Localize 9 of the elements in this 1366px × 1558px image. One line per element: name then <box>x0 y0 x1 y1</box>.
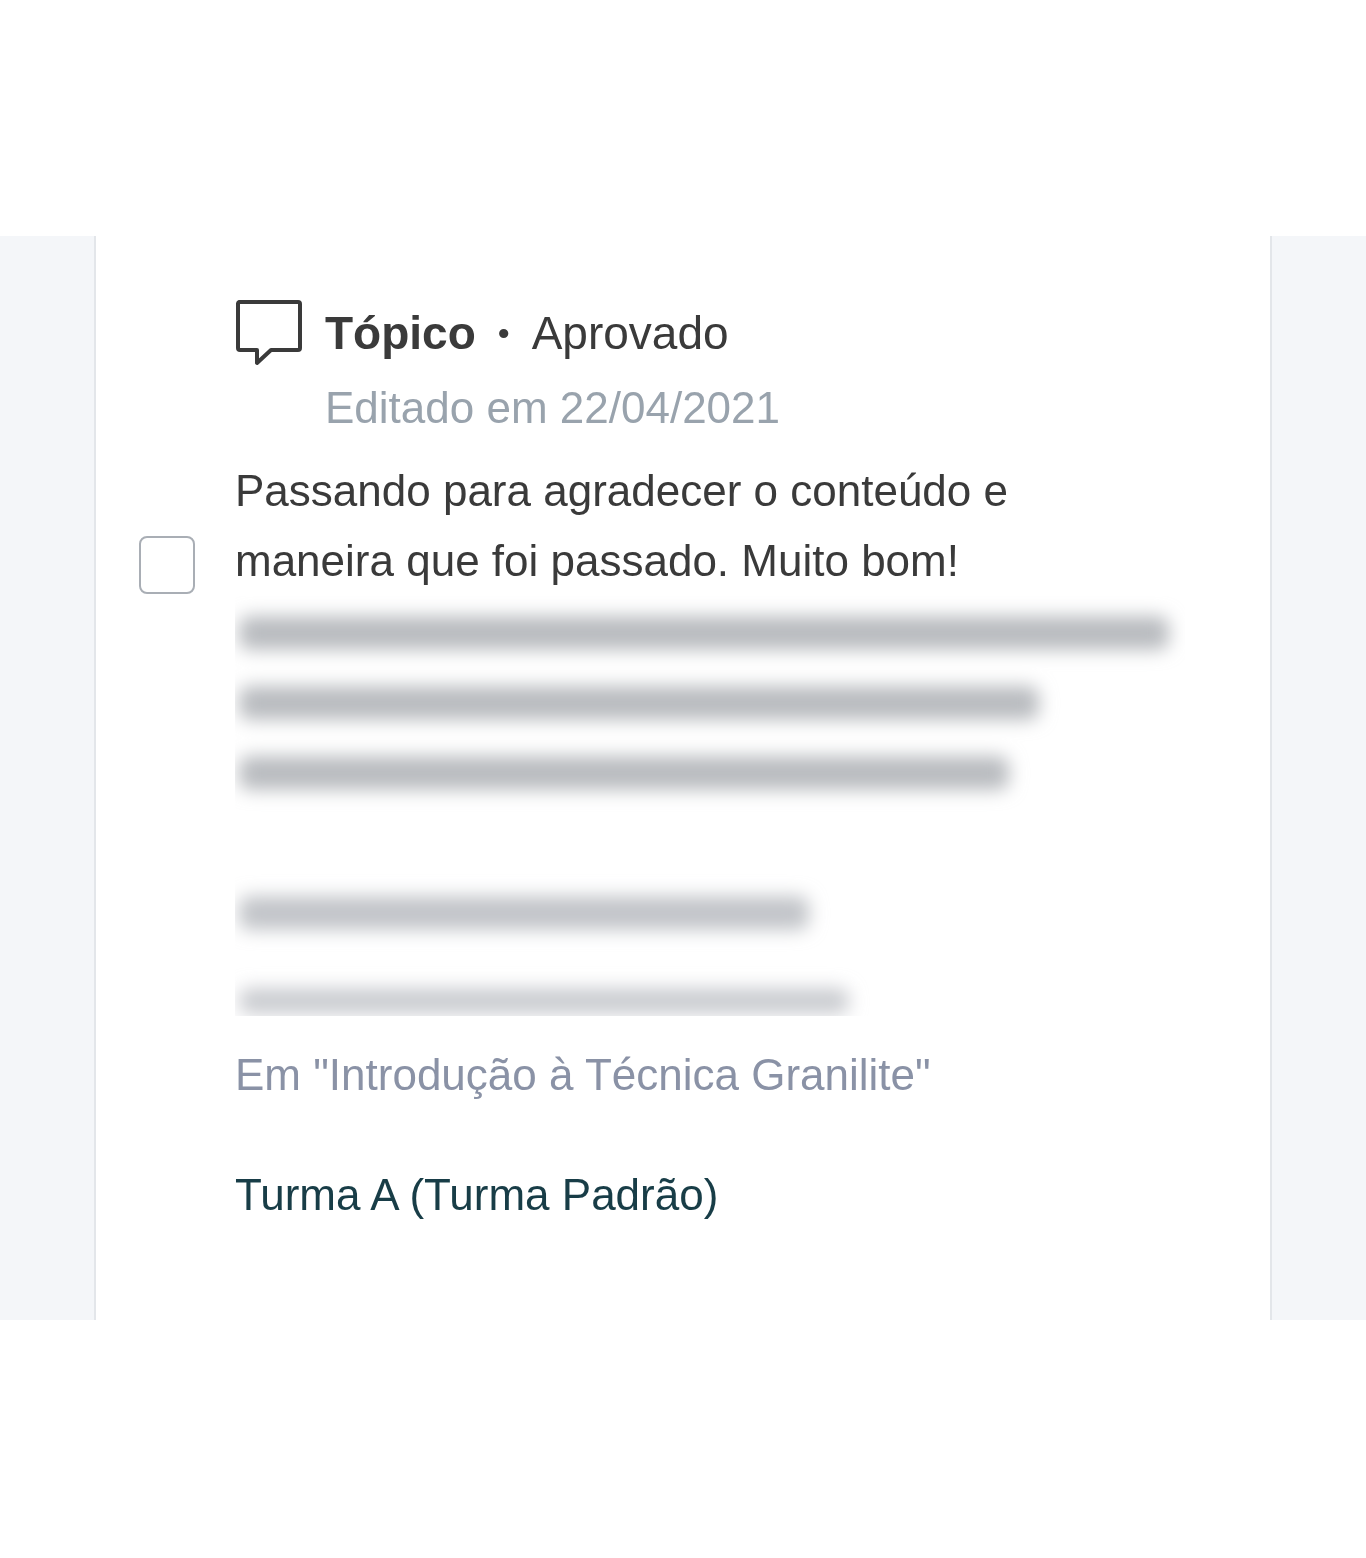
post-status: Aprovado <box>531 306 729 360</box>
checkbox[interactable] <box>139 536 195 594</box>
course-name: Em "Introdução à Técnica Granilite" <box>235 1049 932 1101</box>
post-type: Tópico <box>325 306 476 360</box>
edited-date: Editado em 22/04/2021 <box>325 382 782 434</box>
separator: • <box>497 313 510 353</box>
class-link[interactable]: Turma A (Turma Padrão) <box>235 1160 719 1230</box>
speech-bubble-icon <box>235 299 303 367</box>
post-body: Passando para agradecer o conteúdo e maneira que foi passado. Muito bom! <box>235 465 1009 587</box>
